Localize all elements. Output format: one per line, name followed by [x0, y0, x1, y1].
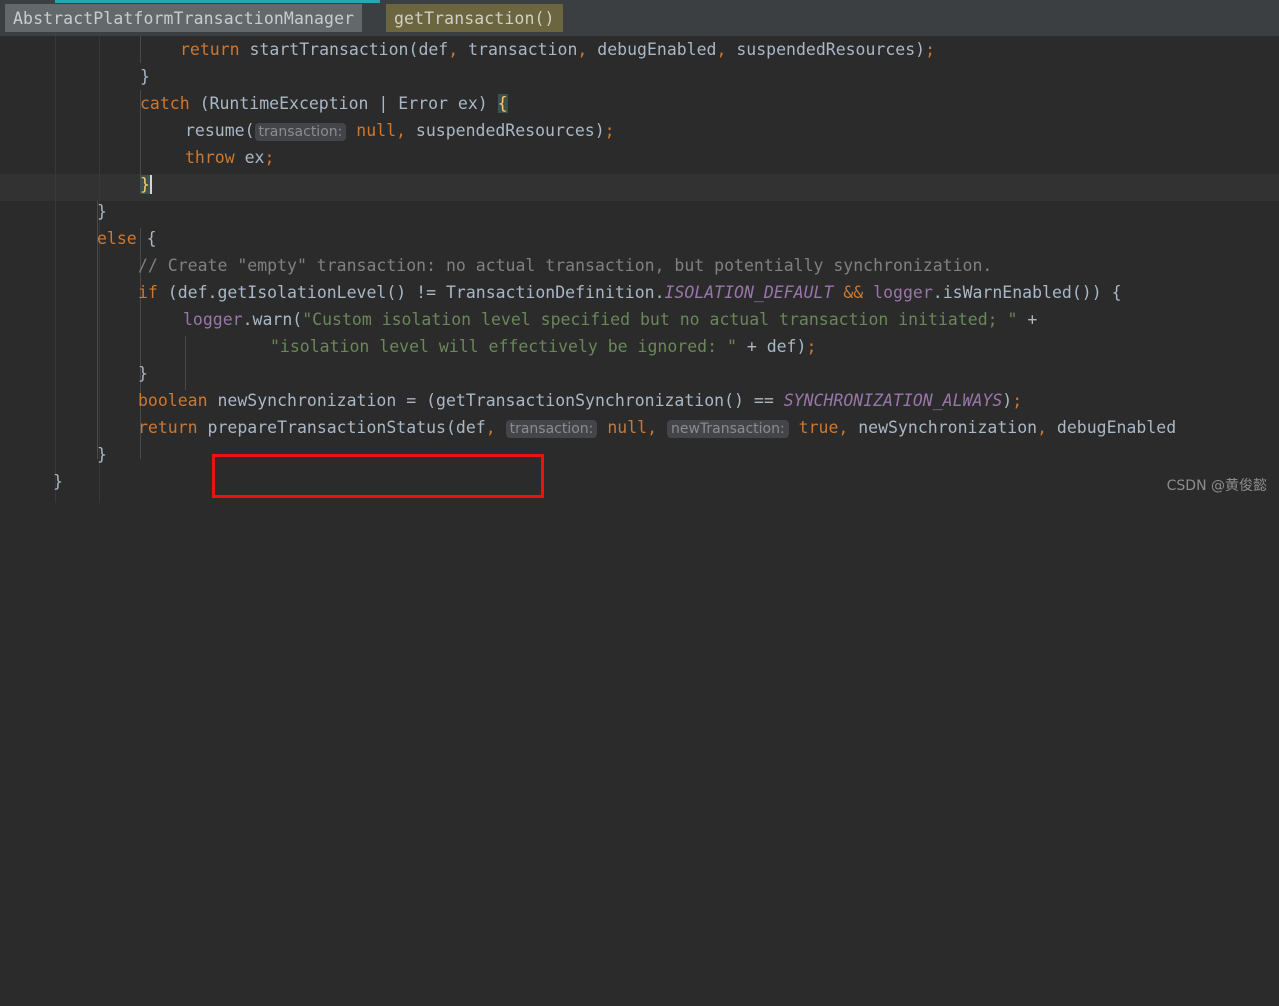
breadcrumb-method[interactable]: getTransaction() — [386, 4, 563, 32]
token-punct: ; — [1012, 391, 1022, 410]
token-punct: , — [838, 418, 848, 437]
token-keyword: throw — [185, 148, 235, 167]
token-brace: } — [140, 67, 150, 86]
token-punct: ( — [446, 418, 456, 437]
token-keyword: boolean — [138, 391, 208, 410]
code-line[interactable]: boolean newSynchronization = (getTransac… — [0, 387, 1279, 414]
token-punct: , — [486, 418, 506, 437]
token-brace-highlight: { — [498, 94, 508, 113]
token-punct: ; — [925, 40, 935, 59]
token-text: ex — [235, 148, 265, 167]
code-line[interactable]: logger.warn("Custom isolation level spec… — [0, 306, 1279, 333]
token-text: suspendedResources — [406, 121, 595, 140]
token-text: + def) — [737, 337, 807, 356]
token-punct: ; — [806, 337, 816, 356]
token-punct: , — [396, 121, 406, 140]
token-static-field: SYNCHRONIZATION_ALWAYS — [784, 391, 1003, 410]
token-text: ) — [1002, 391, 1012, 410]
token-field: logger — [183, 310, 243, 329]
token-punct: ; — [264, 148, 274, 167]
token-keyword: true — [789, 418, 839, 437]
token-text: resume( — [185, 121, 255, 140]
token-keyword: return — [180, 40, 240, 59]
token-keyword: catch — [140, 94, 190, 113]
token-punct: ) — [915, 40, 925, 59]
token-text: def — [456, 418, 486, 437]
token-string: "isolation level will effectively be ign… — [270, 337, 737, 356]
token-text: { — [137, 229, 157, 248]
code-line[interactable]: } — [0, 63, 1279, 90]
code-line-current[interactable]: } — [0, 171, 1279, 198]
token-keyword: null — [346, 121, 396, 140]
token-punct: , — [577, 40, 587, 59]
token-punct: , — [647, 418, 667, 437]
token-brace: } — [138, 364, 148, 383]
token-punct: , — [716, 40, 726, 59]
token-text: transaction — [458, 40, 577, 59]
token-brace: } — [97, 445, 107, 464]
token-text: .isWarnEnabled()) { — [933, 283, 1122, 302]
token-punct: , — [1037, 418, 1047, 437]
code-line[interactable]: else { — [0, 225, 1279, 252]
code-line[interactable]: } — [0, 441, 1279, 468]
token-punct: ) — [595, 121, 605, 140]
token-brace-highlight: } — [140, 175, 150, 194]
token-text: .warn( — [243, 310, 303, 329]
code-line[interactable]: return startTransaction(def, transaction… — [0, 36, 1279, 63]
code-line[interactable]: // Create "empty" transaction: no actual… — [0, 252, 1279, 279]
code-line[interactable]: "isolation level will effectively be ign… — [0, 333, 1279, 360]
token-keyword: if — [138, 283, 158, 302]
token-text: (def.getIsolationLevel() != TransactionD… — [158, 283, 665, 302]
token-keyword: null — [597, 418, 647, 437]
token-punct: ; — [605, 121, 615, 140]
code-line[interactable]: } — [0, 198, 1279, 225]
token-comment: // Create "empty" transaction: no actual… — [138, 256, 992, 275]
token-text: def — [418, 40, 448, 59]
code-line[interactable]: throw ex; — [0, 144, 1279, 171]
code-text-layer[interactable]: return startTransaction(def, transaction… — [0, 36, 1279, 503]
token-keyword: else — [97, 229, 137, 248]
code-line[interactable]: } — [0, 360, 1279, 387]
token-text: suspendedResources — [726, 40, 915, 59]
token-punct: ( — [409, 40, 419, 59]
token-text: newSynchronization — [848, 418, 1037, 437]
token-text: startTransaction — [240, 40, 409, 59]
param-hint: transaction: — [255, 123, 347, 141]
active-tab-underline — [55, 0, 380, 3]
param-hint: newTransaction: — [667, 420, 789, 438]
breadcrumb-class[interactable]: AbstractPlatformTransactionManager — [5, 4, 362, 32]
token-punct: , — [448, 40, 458, 59]
breadcrumb-bar: AbstractPlatformTransactionManager getTr… — [0, 0, 1279, 36]
code-line[interactable]: } — [0, 468, 1279, 495]
token-brace: } — [97, 202, 107, 221]
token-text: debugEnabled — [1047, 418, 1176, 437]
token-field: logger — [863, 283, 933, 302]
token-brace: } — [53, 472, 63, 491]
token-string: "Custom isolation level specified but no… — [302, 310, 1017, 329]
token-keyword: return — [138, 418, 198, 437]
token-operator: && — [833, 283, 863, 302]
code-editor[interactable]: return startTransaction(def, transaction… — [0, 36, 1279, 503]
token-text: newSynchronization = (getTransactionSync… — [208, 391, 784, 410]
param-hint: transaction: — [506, 420, 598, 438]
code-line[interactable]: catch (RuntimeException | Error ex) { — [0, 90, 1279, 117]
token-text: debugEnabled — [587, 40, 716, 59]
text-caret — [150, 175, 152, 194]
code-line[interactable]: return prepareTransactionStatus(def, tra… — [0, 414, 1279, 441]
token-text: + — [1017, 310, 1037, 329]
code-line[interactable]: resume(transaction: null, suspendedResou… — [0, 117, 1279, 144]
watermark: CSDN @黄俊懿 — [1167, 475, 1267, 495]
token-static-field: ISOLATION_DEFAULT — [665, 283, 834, 302]
token-text: prepareTransactionStatus — [198, 418, 446, 437]
token-text: (RuntimeException | Error ex) — [190, 94, 498, 113]
code-line[interactable]: if (def.getIsolationLevel() != Transacti… — [0, 279, 1279, 306]
